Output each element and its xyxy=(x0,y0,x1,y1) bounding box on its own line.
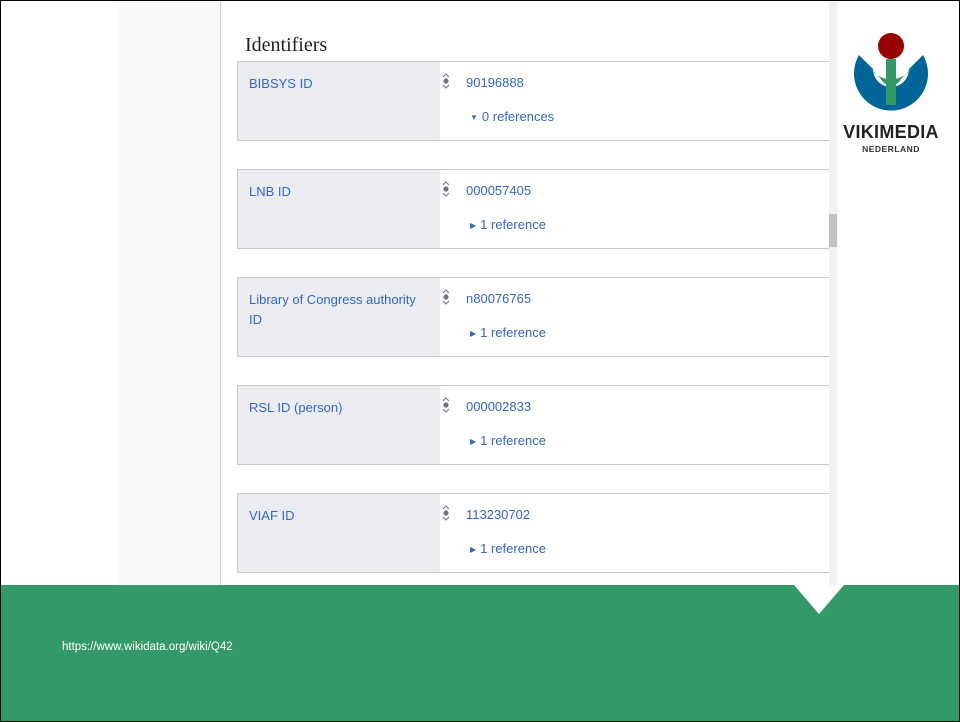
property-cell: VIAF ID xyxy=(238,494,440,572)
claim-viaf-id: VIAF ID 113230702 ▶ 1 reference xyxy=(237,493,829,573)
references-toggle[interactable]: ▶ 1 reference xyxy=(470,217,546,232)
references-toggle[interactable]: ▶ 1 reference xyxy=(470,541,546,556)
references-label: 1 reference xyxy=(480,541,546,556)
property-cell: LNB ID xyxy=(238,170,440,248)
claim-value-link[interactable]: n80076765 xyxy=(466,291,531,306)
claim-value-link[interactable]: 113230702 xyxy=(466,507,530,522)
property-link[interactable]: Library of Congress authority ID xyxy=(249,292,416,327)
property-link[interactable]: LNB ID xyxy=(249,184,291,199)
references-label: 1 reference xyxy=(480,325,546,340)
footer-notch xyxy=(794,585,844,614)
references-label: 1 reference xyxy=(480,217,546,232)
section-title: Identifiers xyxy=(245,34,328,56)
rank-selector-icon[interactable] xyxy=(441,180,451,198)
caret-right-icon: ▶ xyxy=(470,329,477,338)
references-label: 1 reference xyxy=(480,433,546,448)
logo-subtitle: NEDERLAND xyxy=(862,144,920,154)
rank-selector-icon[interactable] xyxy=(441,72,451,90)
source-url: https://www.wikidata.org/wiki/Q42 xyxy=(62,641,233,653)
logo-wordmark: VIKIMEDIA xyxy=(843,122,939,142)
references-toggle[interactable]: ▶ 1 reference xyxy=(470,433,546,448)
slide: Identifiers BIBSYS ID 90196888 ▼ 0 refere… xyxy=(0,0,960,722)
claim-value-link[interactable]: 90196888 xyxy=(466,75,524,90)
claim-bibsys-id: BIBSYS ID 90196888 ▼ 0 references xyxy=(237,61,829,141)
rank-selector-icon[interactable] xyxy=(441,288,451,306)
claim-rsl-id: RSL ID (person) 000002833 ▶ 1 reference xyxy=(237,385,829,465)
claim-value-link[interactable]: 000057405 xyxy=(466,183,531,198)
claim-lnb-id: LNB ID 000057405 ▶ 1 reference xyxy=(237,169,829,249)
caret-right-icon: ▶ xyxy=(470,545,477,554)
references-toggle[interactable]: ▼ 0 references xyxy=(470,109,554,124)
claim-value-link[interactable]: 000002833 xyxy=(466,399,531,414)
scrollbar-thumb[interactable] xyxy=(829,214,837,247)
caret-down-icon: ▼ xyxy=(470,113,478,122)
claim-loc-authority-id: Library of Congress authority ID n800767… xyxy=(237,277,829,357)
property-cell: RSL ID (person) xyxy=(238,386,440,464)
property-link[interactable]: VIAF ID xyxy=(249,508,295,523)
wikimedia-logo-icon xyxy=(854,33,928,111)
property-cell: Library of Congress authority ID xyxy=(238,278,440,356)
references-label: 0 references xyxy=(481,109,555,124)
scrollbar-track[interactable] xyxy=(829,1,837,585)
caret-right-icon: ▶ xyxy=(470,437,477,446)
rank-selector-icon[interactable] xyxy=(441,504,451,522)
property-link[interactable]: RSL ID (person) xyxy=(249,400,342,415)
caret-right-icon: ▶ xyxy=(470,221,477,230)
references-toggle[interactable]: ▶ 1 reference xyxy=(470,325,546,340)
property-cell: BIBSYS ID xyxy=(238,62,440,140)
wikimedia-logo: VIKIMEDIA NEDERLAND xyxy=(837,31,947,161)
property-link[interactable]: BIBSYS ID xyxy=(249,76,313,91)
rank-selector-icon[interactable] xyxy=(441,396,451,414)
